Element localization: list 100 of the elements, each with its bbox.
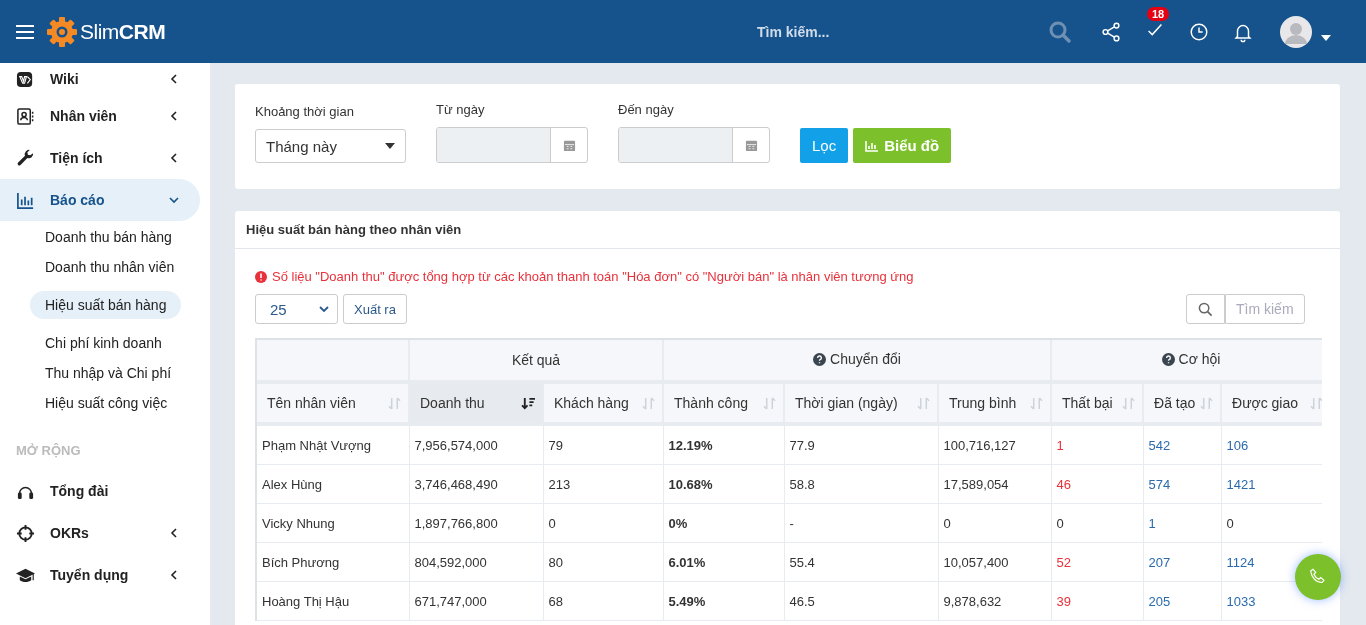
table-cell: 46 [1051, 464, 1143, 504]
field-label: Từ ngày [436, 102, 486, 117]
sidebar-item[interactable]: Nhân viên [0, 95, 200, 137]
table-cell: 213 [543, 464, 663, 504]
search-field[interactable]: Tìm kiếm... [755, 22, 1009, 41]
calendar-icon[interactable] [744, 138, 758, 152]
menu-icon[interactable] [15, 23, 35, 40]
table-cell: 1421 [1221, 464, 1322, 504]
sidebar-icon [16, 523, 35, 543]
notification-badge: 18 [1147, 7, 1170, 21]
table-cell: 55.4 [784, 542, 938, 582]
table-cell: 12.19% [663, 424, 784, 465]
sidebar-item[interactable]: Tổng đài [0, 470, 200, 512]
table-cell: Hoàng Thị Hậu [257, 581, 409, 621]
search-icon [1198, 301, 1213, 317]
table-cell: 100,716,127 [938, 424, 1051, 465]
column-group-header: Cơ hội [1051, 340, 1322, 382]
sidebar-item[interactable]: Tuyển dụng [0, 554, 200, 596]
column-header[interactable]: Tên nhân viên [257, 382, 409, 424]
table-cell: Bích Phương [257, 542, 409, 582]
table-cell: 0 [938, 503, 1051, 543]
table-cell: 77.9 [784, 424, 938, 465]
notice-text: Số liệu "Doanh thu" được tổng hợp từ các khoản thanh toán "Hóa đơn" có "Người bán" là nhân viên tương ứng [272, 269, 914, 284]
date-field[interactable] [436, 127, 588, 163]
column-group-header: Chuyển đổi [663, 340, 1051, 382]
sidebar-item[interactable]: Tiện ích [0, 137, 200, 179]
gear-logo-icon [46, 15, 78, 48]
table-cell: 7,956,574,000 [409, 424, 543, 465]
submenu-item[interactable]: Doanh thu nhân viên [30, 253, 190, 281]
sidebar-icon [16, 190, 35, 210]
table-cell: 1,897,766,800 [409, 503, 543, 543]
search-field[interactable]: Tìm kiếm [1225, 294, 1305, 324]
sidebar-item[interactable]: Báo cáo [0, 179, 200, 221]
search-icon[interactable] [1048, 19, 1072, 44]
submenu-item[interactable]: Doanh thu bán hàng [30, 223, 187, 251]
share-icon[interactable] [1100, 20, 1122, 43]
submenu-item[interactable]: Chi phí kinh doanh [30, 329, 177, 357]
field-label: Khoảng thời gian [255, 104, 355, 119]
table-cell: 6.01% [663, 542, 784, 582]
table-cell: Vicky Nhung [257, 503, 409, 543]
table-cell: 52 [1051, 542, 1143, 582]
table-cell: - [784, 503, 938, 543]
page-size-select[interactable]: 25 [255, 294, 338, 324]
caret-icon[interactable] [1321, 34, 1331, 41]
table-cell: 205 [1143, 581, 1221, 621]
section-heading: MỞ RỘNG [15, 442, 82, 460]
submenu-item[interactable]: Hiệu suất bán hàng [30, 291, 182, 319]
panel-title: Hiệu suất bán hàng theo nhân viên [235, 211, 1340, 249]
table-cell: Alex Hùng [257, 464, 409, 504]
sidebar-icon [16, 148, 35, 168]
bar-chart-icon [865, 139, 880, 152]
export-button[interactable]: Xuất ra [343, 294, 407, 324]
table-cell: 17,589,054 [938, 464, 1051, 504]
calendar-icon[interactable] [562, 138, 576, 152]
avatar[interactable] [1280, 15, 1312, 48]
sidebar-item[interactable]: OKRs [0, 512, 200, 554]
table-cell: 80 [543, 542, 663, 582]
column-header[interactable]: Thất bại [1051, 382, 1143, 424]
table-cell: 3,746,468,490 [409, 464, 543, 504]
help-icon [1161, 352, 1175, 366]
table-cell: 207 [1143, 542, 1221, 582]
brand-name: SlimCRM [80, 19, 166, 44]
table-cell: 0% [663, 503, 784, 543]
column-group-header: Kết quả [409, 340, 663, 382]
table-cell: 9,878,632 [938, 581, 1051, 621]
table-cell: 804,592,000 [409, 542, 543, 582]
help-icon [813, 352, 827, 366]
period-select[interactable]: Tháng này [255, 129, 406, 163]
table-cell: Phạm Nhật Vượng [257, 424, 409, 465]
table-cell: 68 [543, 581, 663, 621]
table-cell: 542 [1143, 424, 1221, 465]
sort-icon[interactable] [521, 397, 536, 410]
submenu-item[interactable]: Thu nhập và Chi phí [30, 359, 187, 387]
column-header[interactable]: Doanh thu [409, 382, 543, 424]
table-cell: 0 [1051, 503, 1143, 543]
table-cell: 106 [1221, 424, 1322, 465]
table-cell: 1 [1051, 424, 1143, 465]
sidebar-item[interactable]: Wiki [0, 63, 200, 95]
table-cell: 46.5 [784, 581, 938, 621]
table-cell: 58.8 [784, 464, 938, 504]
column-header[interactable]: Thành công [663, 382, 784, 424]
date-field[interactable] [618, 127, 770, 163]
sidebar-icon [16, 69, 35, 89]
table-cell: 10.68% [663, 464, 784, 504]
caret-icon [385, 143, 395, 149]
table-cell: 10,057,400 [938, 542, 1051, 582]
table-cell: 5.49% [663, 581, 784, 621]
table-cell: 1 [1143, 503, 1221, 543]
column-header[interactable]: Trung bình [938, 382, 1051, 424]
column-header[interactable]: Được giao [1221, 382, 1322, 424]
table-cell: 0 [1221, 503, 1322, 543]
table-cell: 574 [1143, 464, 1221, 504]
column-header[interactable]: Đã tạo [1143, 382, 1221, 424]
search-button[interactable] [1186, 294, 1225, 324]
submenu-item[interactable]: Hiệu suất công việc [30, 389, 183, 417]
table-cell: 0 [543, 503, 663, 543]
column-header[interactable]: Thời gian (ngày) [784, 382, 938, 424]
column-header[interactable]: Khách hàng [543, 382, 663, 424]
table-cell: 79 [543, 424, 663, 465]
field-label: Đến ngày [618, 102, 675, 117]
